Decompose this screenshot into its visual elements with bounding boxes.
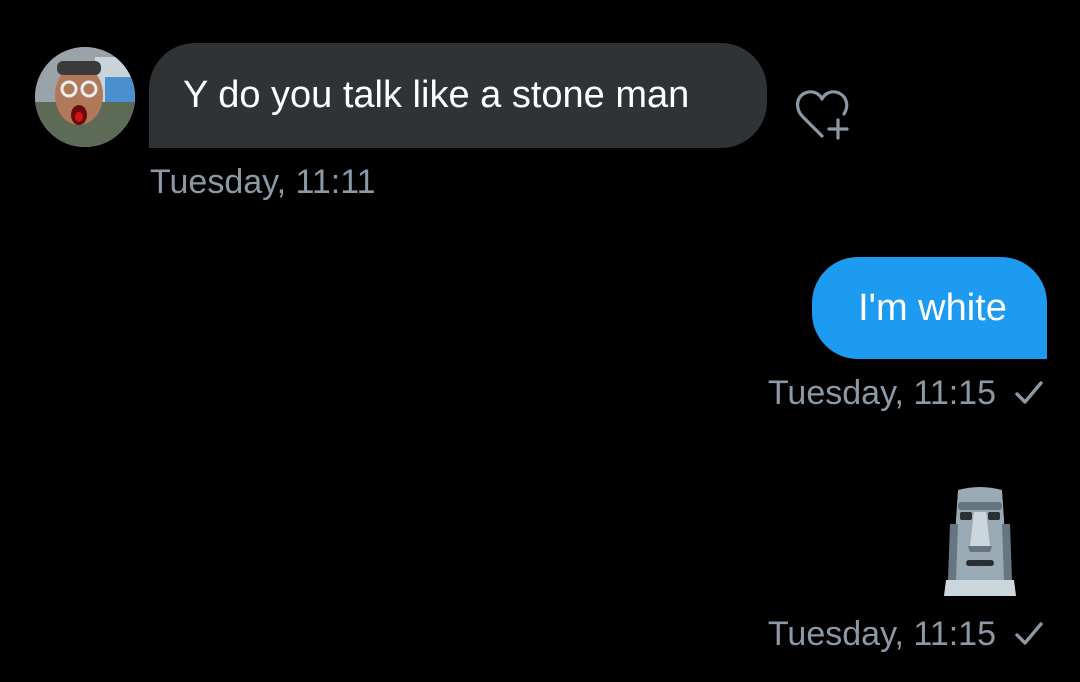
message-timestamp: Tuesday, 11:15 — [767, 615, 996, 653]
message-timestamp: Tuesday, 11:11 — [150, 163, 376, 201]
sender-avatar[interactable] — [35, 47, 135, 147]
avatar-photo — [35, 47, 135, 147]
incoming-message-bubble[interactable]: Y do you talk like a stone man — [149, 43, 767, 148]
moai-emoji[interactable] — [936, 484, 1024, 596]
message-meta: Tuesday, 11:15 — [768, 373, 1046, 413]
message-timestamp: Tuesday, 11:15 — [767, 374, 996, 412]
outgoing-message-bubble[interactable]: I'm white — [812, 257, 1047, 359]
message-meta: Tuesday, 11:15 — [768, 614, 1046, 654]
checkmark-icon — [1015, 381, 1043, 404]
checkmark-icon — [1015, 622, 1043, 645]
heart-plus-icon[interactable] — [792, 84, 862, 148]
